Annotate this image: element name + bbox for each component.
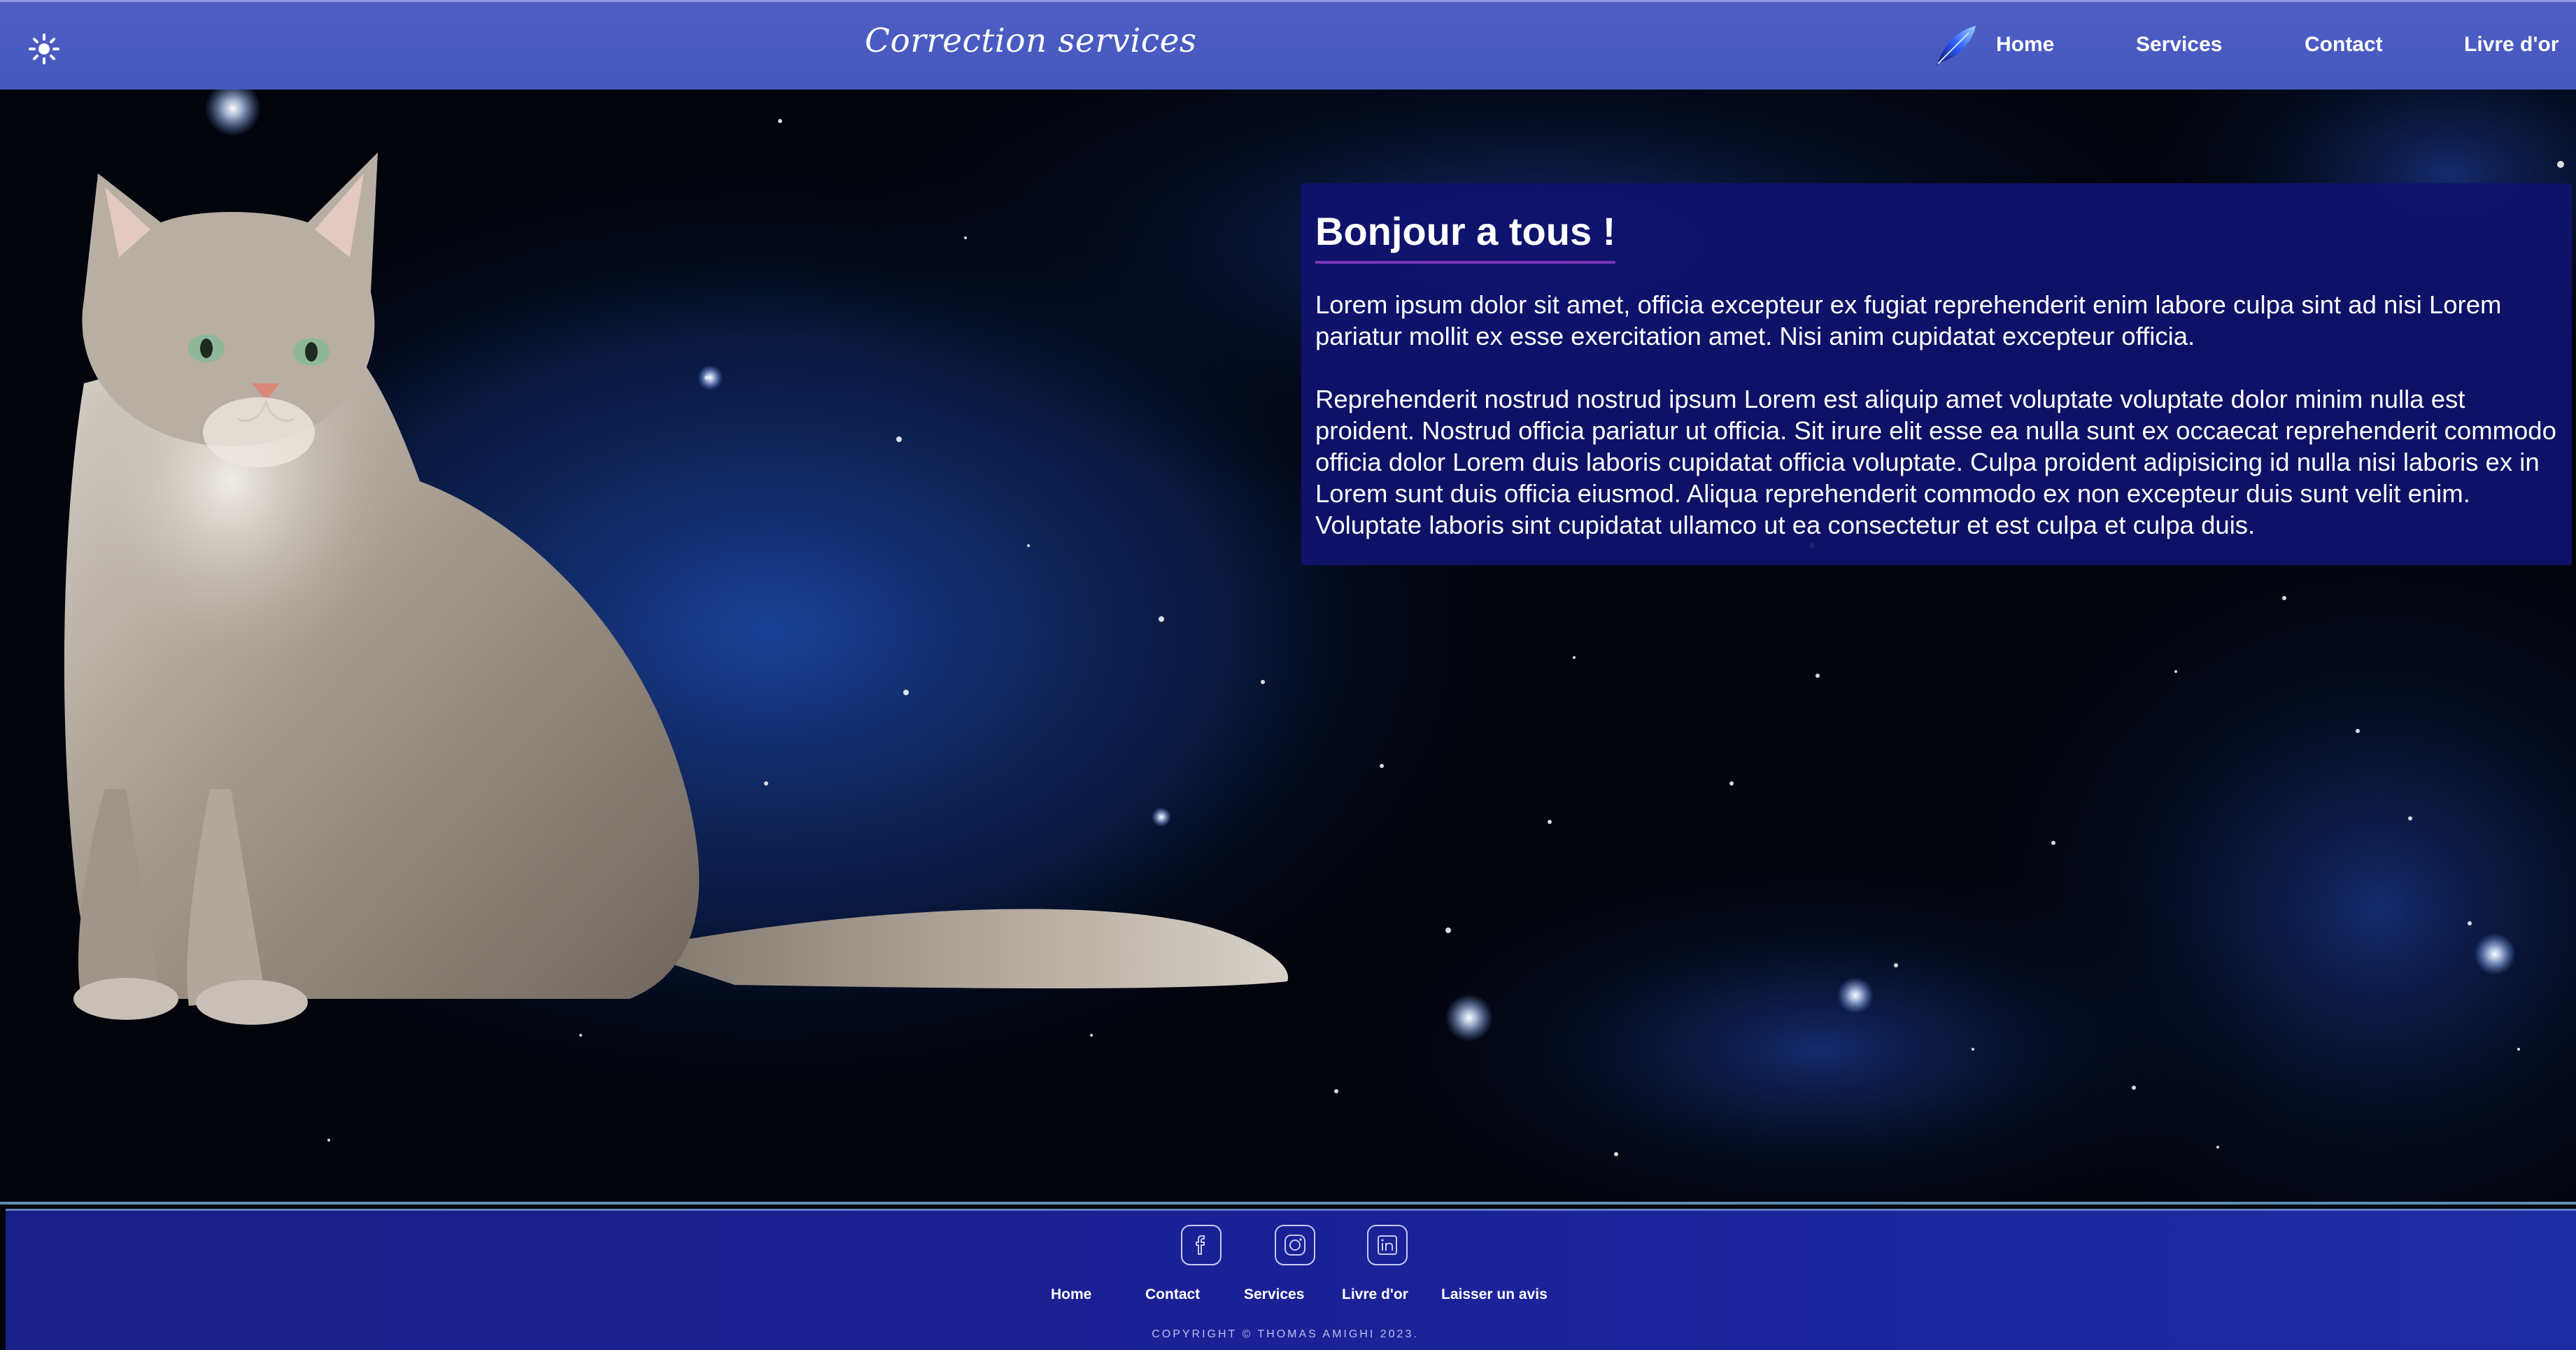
sun-icon[interactable] (25, 30, 63, 68)
intro-heading: Bonjour a tous ! (1315, 208, 1616, 264)
intro-paragraph: Lorem ipsum dolor sit amet, officia exce… (1315, 290, 2502, 350)
top-navbar: Correction services Home Services Contac… (0, 0, 2576, 90)
site-title: Correction services (865, 22, 1197, 60)
nav-livre-dor-link[interactable]: Livre d'or (2464, 33, 2559, 57)
linkedin-icon[interactable] (1366, 1223, 1409, 1267)
sitting-cat-image (0, 90, 1301, 1097)
footer: Home Contact Services Livre d'or Laisser… (6, 1209, 2576, 1350)
footer-home-link[interactable]: Home (1051, 1286, 1091, 1303)
feather-logo-icon[interactable] (1932, 22, 1981, 69)
nav-services-link[interactable]: Services (2136, 33, 2222, 57)
nav-contact-link[interactable]: Contact (2305, 33, 2383, 57)
nav-home-link[interactable]: Home (1996, 33, 2054, 57)
instagram-icon[interactable] (1273, 1223, 1317, 1267)
facebook-icon[interactable] (1180, 1223, 1223, 1267)
footer-divider (0, 1202, 2576, 1205)
footer-services-link[interactable]: Services (1244, 1286, 1304, 1303)
footer-livre-dor-link[interactable]: Livre d'or (1342, 1286, 1408, 1303)
intro-paragraph: Reprehenderit nostrud nostrud ipsum Lore… (1315, 385, 2556, 539)
copyright-text: COPYRIGHT © THOMAS AMIGHI 2023. (1152, 1328, 1419, 1340)
footer-review-link[interactable]: Laisser un avis (1441, 1286, 1548, 1303)
footer-contact-link[interactable]: Contact (1145, 1286, 1200, 1303)
intro-card: Bonjour a tous ! Lorem ipsum dolor sit a… (1301, 183, 2572, 565)
